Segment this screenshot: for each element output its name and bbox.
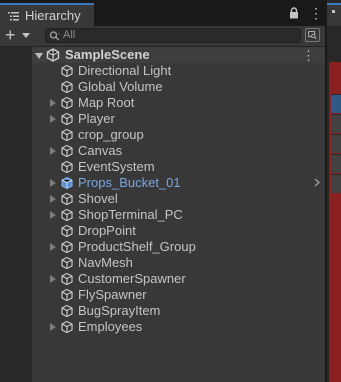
hierarchy-tree[interactable]: SampleScene ⋮ Directional Light Global Vo… <box>32 47 325 382</box>
foldout-arrow-icon[interactable] <box>50 195 56 203</box>
hierarchy-item-label: Directional Light <box>78 63 172 78</box>
foldout-arrow-icon[interactable] <box>50 115 56 123</box>
hierarchy-item-label: crop_group <box>78 127 144 142</box>
hierarchy-item[interactable]: Map Root <box>32 95 325 111</box>
hierarchy-item[interactable]: CustomerSpawner <box>32 271 325 287</box>
gameobject-cube-icon <box>61 112 73 126</box>
unity-scene-icon <box>46 48 60 62</box>
gameobject-cube-icon <box>61 304 73 318</box>
hierarchy-item-label: Player <box>78 111 115 126</box>
adjacent-list-item[interactable] <box>331 114 341 133</box>
hierarchy-item[interactable]: Employees <box>32 319 325 335</box>
hierarchy-item[interactable]: Shovel <box>32 191 325 207</box>
scene-row[interactable]: SampleScene ⋮ <box>32 47 325 63</box>
gameobject-cube-icon <box>61 128 73 142</box>
adjacent-panel-tab[interactable] <box>327 3 341 26</box>
hierarchy-gutter <box>0 47 32 382</box>
hierarchy-item[interactable]: BugSprayItem <box>32 303 325 319</box>
hierarchy-item-label: Props_Bucket_01 <box>78 175 181 190</box>
adjacent-tab-icon <box>332 10 335 13</box>
gameobject-cube-icon <box>61 272 73 286</box>
hierarchy-list-icon <box>8 11 19 20</box>
search-field[interactable]: All <box>45 28 301 43</box>
gameobject-cube-icon <box>61 256 73 270</box>
hierarchy-item[interactable]: ProductShelf_Group <box>32 239 325 255</box>
hierarchy-tab-title: Hierarchy <box>25 8 81 23</box>
hierarchy-item[interactable]: EventSystem <box>32 159 325 175</box>
foldout-arrow-icon[interactable] <box>50 147 56 155</box>
gameobject-cube-icon <box>61 208 73 222</box>
gameobject-cube-icon <box>61 224 73 238</box>
gameobject-cube-icon <box>61 144 73 158</box>
hierarchy-item-label: Canvas <box>78 143 123 158</box>
hierarchy-item[interactable]: crop_group <box>32 127 325 143</box>
search-icon <box>49 31 60 41</box>
hierarchy-item[interactable]: NavMesh <box>32 255 325 271</box>
hierarchy-item[interactable]: Props_Bucket_01 <box>32 175 325 191</box>
hierarchy-item[interactable]: ShopTerminal_PC <box>32 207 325 223</box>
lock-icon[interactable] <box>289 7 299 19</box>
gameobject-cube-icon <box>61 64 73 78</box>
hierarchy-item[interactable]: Player <box>32 111 325 127</box>
hierarchy-item[interactable]: Canvas <box>32 143 325 159</box>
scene-foldout-arrow-icon[interactable] <box>35 53 43 59</box>
hierarchy-item-label: Global Volume <box>78 79 163 94</box>
gameobject-cube-icon <box>61 320 73 334</box>
hierarchy-item-label: Map Root <box>78 95 135 110</box>
hierarchy-item-label: DropPoint <box>78 223 136 238</box>
scene-menu-icon[interactable]: ⋮ <box>302 48 315 64</box>
hierarchy-item-label: NavMesh <box>78 255 133 270</box>
adjacent-list-item[interactable] <box>331 154 341 173</box>
gameobject-cube-icon <box>61 160 73 174</box>
hierarchy-tab-bar: Hierarchy ⋮ <box>0 0 325 26</box>
gameobject-cube-icon <box>61 192 73 206</box>
hierarchy-item-label: CustomerSpawner <box>78 271 186 286</box>
window-menu-icon[interactable]: ⋮ <box>309 6 323 20</box>
foldout-arrow-icon[interactable] <box>50 275 56 283</box>
hierarchy-item[interactable]: Directional Light <box>32 63 325 79</box>
hierarchy-item-label: EventSystem <box>78 159 155 174</box>
hierarchy-item-label: BugSprayItem <box>78 303 161 318</box>
foldout-arrow-icon[interactable] <box>50 99 56 107</box>
hierarchy-item[interactable]: Global Volume <box>32 79 325 95</box>
hierarchy-item-label: Employees <box>78 319 143 334</box>
hierarchy-item-label: ShopTerminal_PC <box>78 207 183 222</box>
hierarchy-item-label: ProductShelf_Group <box>78 239 196 254</box>
search-placeholder: All <box>63 29 76 41</box>
gameobject-cube-icon <box>61 288 73 302</box>
foldout-arrow-icon[interactable] <box>50 179 56 187</box>
foldout-arrow-icon[interactable] <box>50 323 56 331</box>
create-button[interactable]: + <box>5 26 16 45</box>
scene-name: SampleScene <box>65 47 150 62</box>
foldout-arrow-icon[interactable] <box>50 243 56 251</box>
adjacent-list-item[interactable] <box>331 94 341 113</box>
foldout-arrow-icon[interactable] <box>50 211 56 219</box>
gameobject-cube-icon <box>61 96 73 110</box>
hierarchy-tab[interactable]: Hierarchy <box>0 3 94 26</box>
hierarchy-item[interactable]: FlySpawner <box>32 287 325 303</box>
prefab-open-chevron-icon[interactable] <box>314 178 320 187</box>
adjacent-list-item[interactable] <box>331 134 341 153</box>
prefab-cube-icon <box>61 176 73 190</box>
gameobject-cube-icon <box>61 240 73 254</box>
hierarchy-toolbar: + All <box>0 26 325 47</box>
create-dropdown-caret-icon[interactable] <box>22 33 30 38</box>
hierarchy-item-label: Shovel <box>78 191 118 206</box>
adjacent-list-item[interactable] <box>331 174 341 193</box>
search-by-type-icon[interactable] <box>305 28 320 42</box>
hierarchy-item[interactable]: DropPoint <box>32 223 325 239</box>
hierarchy-item-label: FlySpawner <box>78 287 147 302</box>
gameobject-cube-icon <box>61 80 73 94</box>
